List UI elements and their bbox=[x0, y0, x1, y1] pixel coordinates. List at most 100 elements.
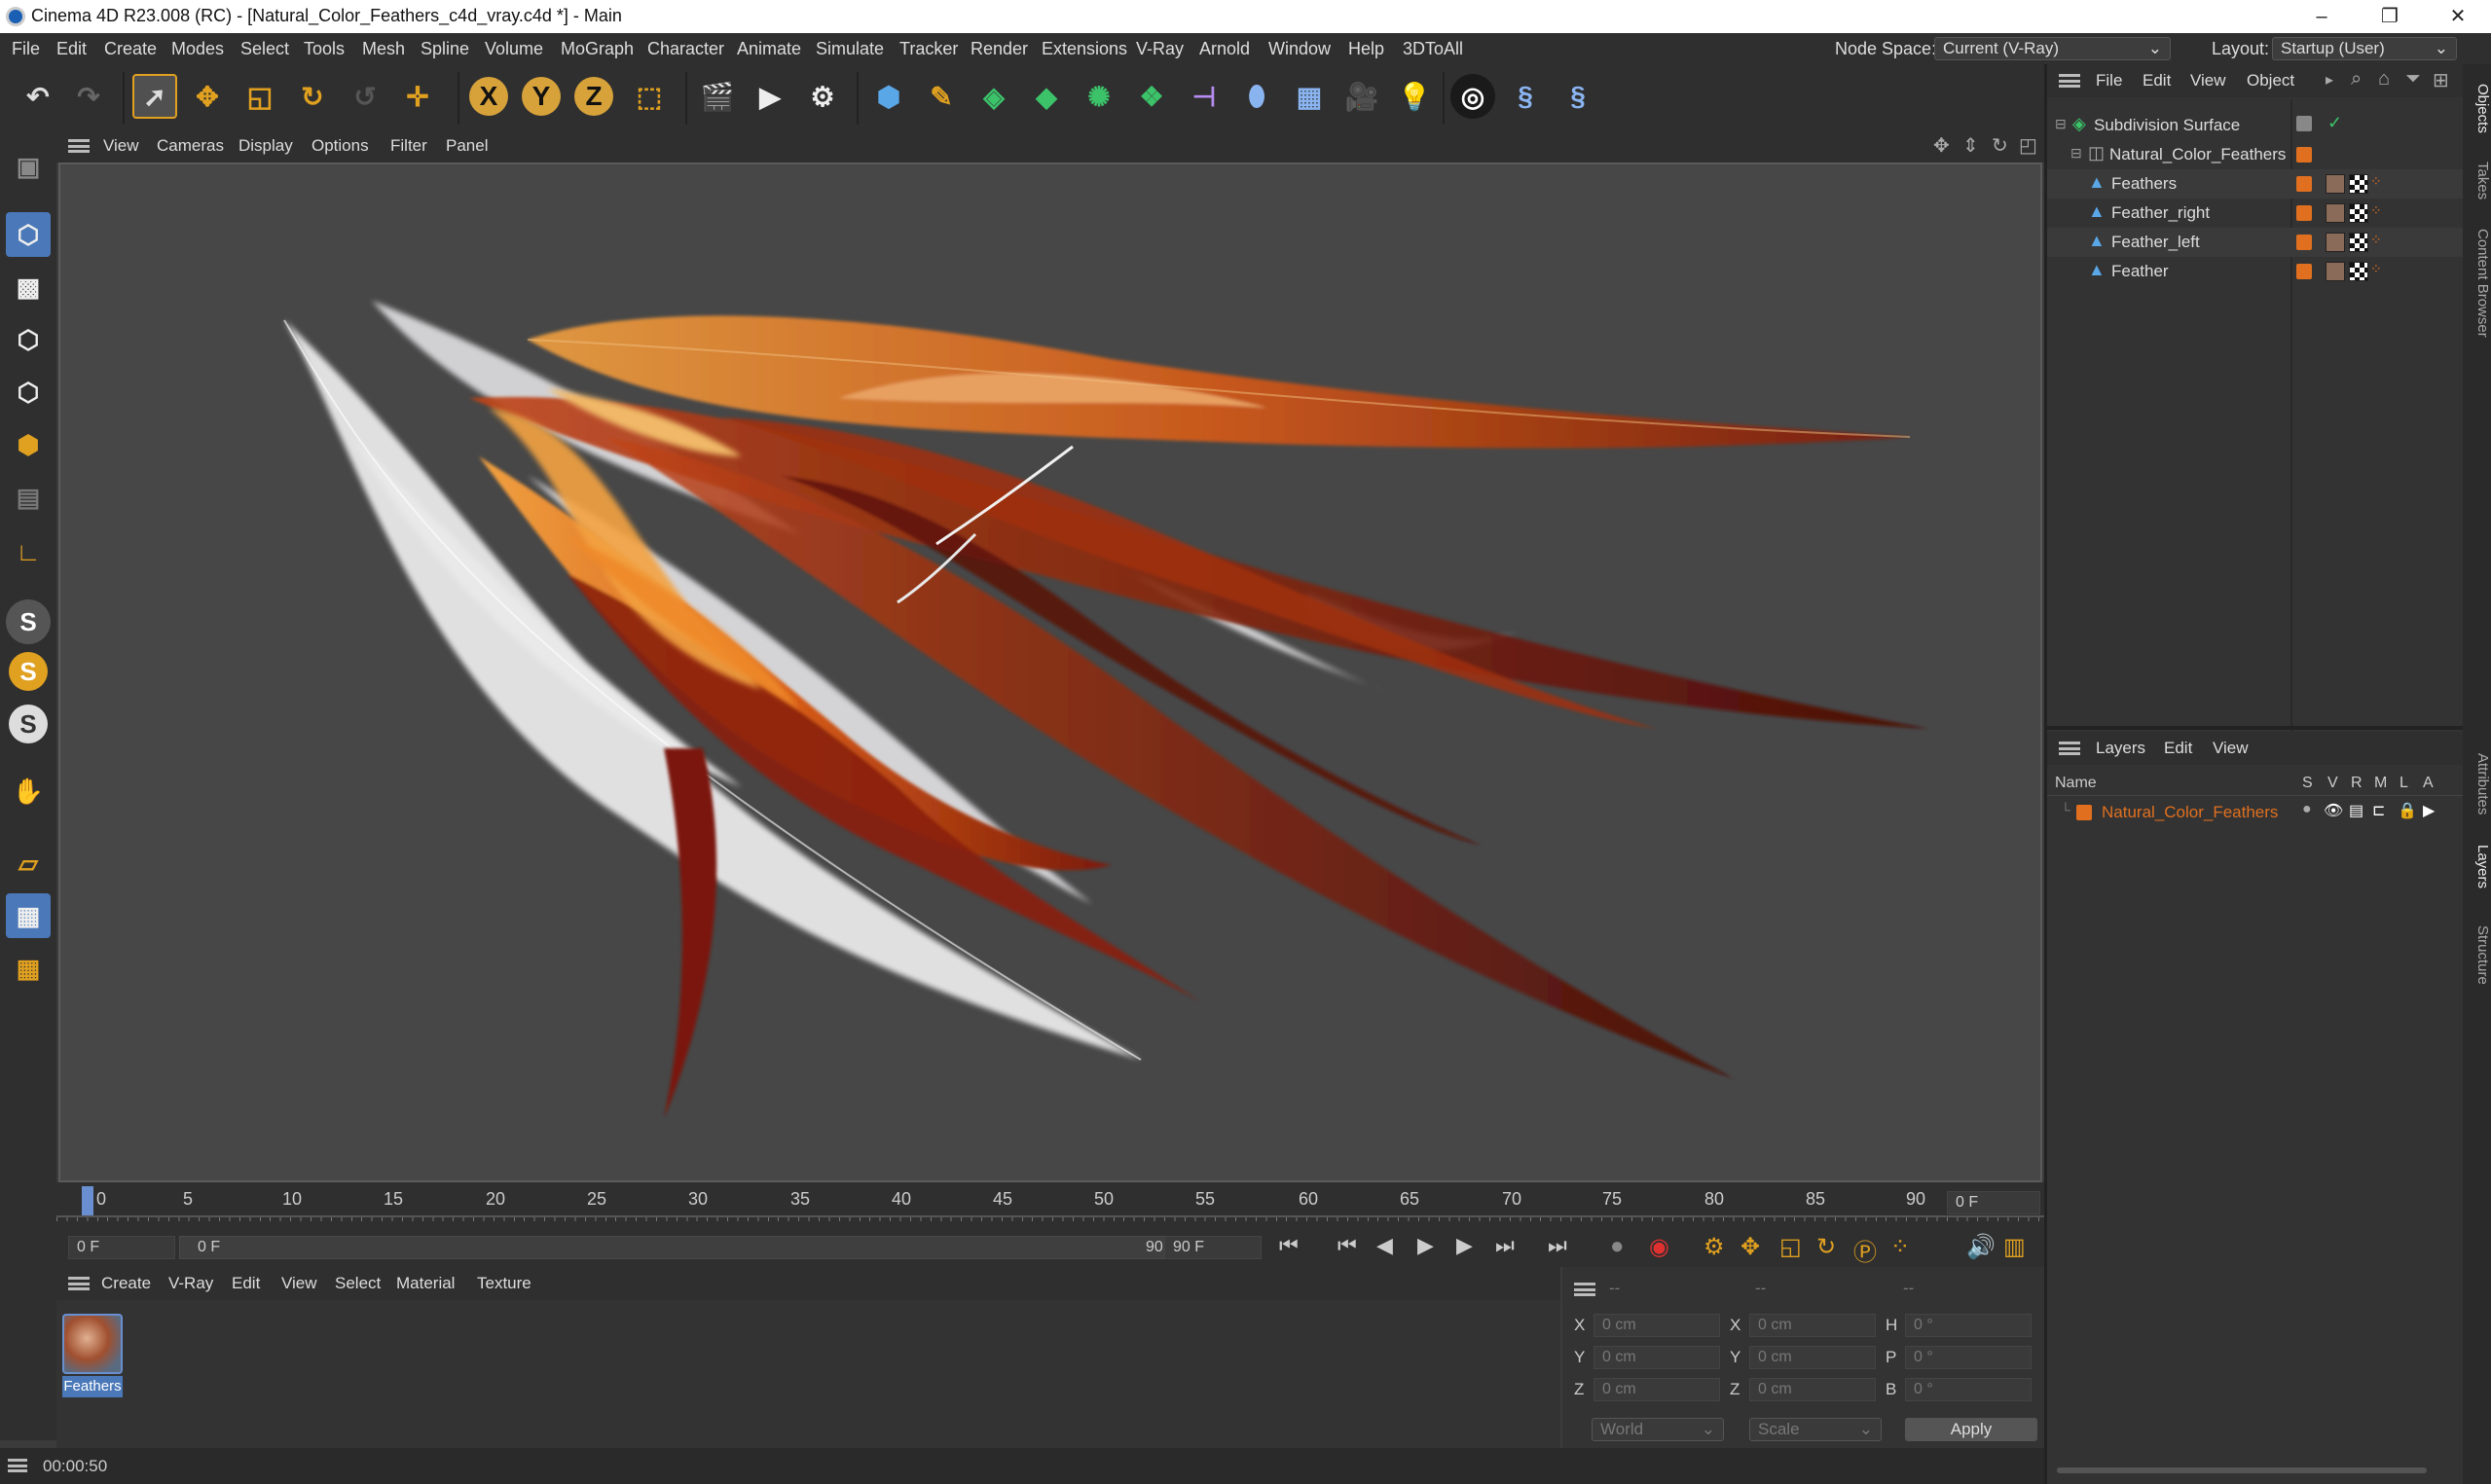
menu-character[interactable]: Character bbox=[647, 39, 724, 59]
rotate-icon[interactable]: ↻ bbox=[290, 74, 335, 119]
layer-color-chip[interactable] bbox=[2296, 176, 2312, 192]
previous-key-icon[interactable]: ⏮ bbox=[1337, 1233, 1357, 1258]
objects-menu-object[interactable]: Object bbox=[2247, 71, 2294, 90]
layers-col-render[interactable]: R bbox=[2351, 775, 2363, 792]
next-frame-icon[interactable]: ▶ bbox=[1456, 1233, 1473, 1258]
coordinate-space-dropdown[interactable]: World ⌄ bbox=[1592, 1418, 1724, 1441]
polygons-mode-icon[interactable]: ⬢ bbox=[6, 422, 51, 467]
layers-menu-layers[interactable]: Layers bbox=[2096, 739, 2145, 758]
python-icon[interactable]: § bbox=[1503, 74, 1548, 119]
viewport-menu-view[interactable]: View bbox=[103, 136, 139, 156]
render-icon[interactable]: ▤ bbox=[2349, 801, 2363, 820]
vray-material-tag-icon[interactable] bbox=[2326, 233, 2345, 252]
menu-vray[interactable]: V-Ray bbox=[1136, 39, 1184, 59]
end-frame-field[interactable]: 90 F bbox=[1164, 1236, 1262, 1259]
menu-tracker[interactable]: Tracker bbox=[899, 39, 958, 59]
vray-material-tag-icon[interactable] bbox=[2326, 203, 2345, 223]
render-picture-viewer-icon[interactable]: ▶ bbox=[748, 74, 792, 119]
size-x-field[interactable]: 0 cm bbox=[1749, 1314, 1876, 1337]
snap-icon[interactable]: S bbox=[6, 599, 51, 644]
menu-volume[interactable]: Volume bbox=[485, 39, 543, 59]
move-icon[interactable]: ✥ bbox=[185, 74, 230, 119]
objects-menu-view[interactable]: View bbox=[2190, 71, 2226, 90]
viewport-menu-icon[interactable] bbox=[68, 139, 90, 153]
viewport-menu-cameras[interactable]: Cameras bbox=[157, 136, 224, 156]
close-button[interactable]: ✕ bbox=[2424, 0, 2491, 33]
floor-icon[interactable]: ▦ bbox=[1287, 74, 1332, 119]
object-row-feathers[interactable]: ▲ Feathers ⁘ bbox=[2047, 169, 2466, 199]
key-parameter-icon[interactable]: Ⓟ bbox=[1853, 1233, 1877, 1267]
python-script-icon[interactable]: § bbox=[1556, 74, 1600, 119]
texture-tag-icon[interactable] bbox=[2349, 233, 2368, 252]
menu-create[interactable]: Create bbox=[104, 39, 157, 59]
timeline-window-icon[interactable]: ▥ bbox=[2003, 1233, 2026, 1261]
menu-animate[interactable]: Animate bbox=[737, 39, 801, 59]
texture-tag-icon[interactable] bbox=[2349, 174, 2368, 194]
new-window-icon[interactable]: ⊞ bbox=[2433, 68, 2449, 92]
undo-icon[interactable]: ↶ bbox=[16, 74, 60, 119]
recent-tool-icon[interactable]: ↺ bbox=[343, 74, 387, 119]
x-axis-lock-icon[interactable]: X bbox=[469, 77, 508, 116]
redo-icon[interactable]: ↷ bbox=[66, 74, 111, 119]
3d-viewport[interactable] bbox=[58, 163, 2042, 1182]
cube-icon[interactable]: ⬢ bbox=[866, 74, 911, 119]
play-icon[interactable]: ▶ bbox=[1417, 1233, 1434, 1258]
tab-layers[interactable]: Layers bbox=[2463, 833, 2491, 901]
viewport-menu-panel[interactable]: Panel bbox=[446, 136, 488, 156]
size-z-field[interactable]: 0 cm bbox=[1749, 1378, 1876, 1401]
apply-button[interactable]: Apply bbox=[1905, 1418, 2037, 1441]
timeline-ruler[interactable]: 0 5 10 15 20 25 30 35 40 45 50 55 60 65 … bbox=[56, 1182, 2044, 1228]
status-menu-icon[interactable] bbox=[8, 1459, 27, 1472]
menu-3dtoall[interactable]: 3DToAll bbox=[1403, 39, 1463, 59]
record-icon[interactable]: ● bbox=[1610, 1233, 1625, 1260]
material-menu-texture[interactable]: Texture bbox=[477, 1274, 531, 1293]
animation-icon[interactable]: ▶ bbox=[2423, 801, 2435, 820]
coordinates-menu-icon[interactable] bbox=[1574, 1283, 1595, 1296]
tab-content-browser[interactable]: Content Browser bbox=[2463, 210, 2491, 356]
material-menu-material[interactable]: Material bbox=[396, 1274, 455, 1293]
coordinate-system-icon[interactable]: ⬚ bbox=[627, 74, 672, 119]
tab-takes[interactable]: Takes bbox=[2463, 152, 2491, 210]
locked-workplane-icon[interactable]: ▦ bbox=[6, 893, 51, 938]
vray-icon[interactable]: ◎ bbox=[1450, 74, 1495, 119]
vray-material-tag-icon[interactable] bbox=[2326, 174, 2345, 194]
axis-mode-icon[interactable]: ∟ bbox=[6, 529, 51, 574]
key-position-icon[interactable]: ✥ bbox=[1740, 1233, 1760, 1261]
menu-window[interactable]: Window bbox=[1268, 39, 1331, 59]
chevron-right-icon[interactable]: ▸ bbox=[2326, 70, 2333, 90]
menu-render[interactable]: Render bbox=[971, 39, 1028, 59]
menu-select[interactable]: Select bbox=[240, 39, 289, 59]
search-icon[interactable]: ⌕ bbox=[2351, 68, 2362, 90]
tab-objects[interactable]: Objects bbox=[2463, 74, 2491, 142]
menu-mesh[interactable]: Mesh bbox=[362, 39, 405, 59]
collapse-icon[interactable]: ⊟ bbox=[2070, 145, 2082, 162]
object-row-feather-left[interactable]: ▲ Feather_left ⁘ bbox=[2047, 228, 2466, 257]
objects-menu-edit[interactable]: Edit bbox=[2143, 71, 2171, 90]
key-pla-icon[interactable]: ⁘ bbox=[1890, 1233, 1910, 1261]
material-menu-view[interactable]: View bbox=[281, 1274, 317, 1293]
size-mode-dropdown[interactable]: Scale ⌄ bbox=[1749, 1418, 1882, 1441]
size-y-field[interactable]: 0 cm bbox=[1749, 1346, 1876, 1369]
tab-attributes[interactable]: Attributes bbox=[2463, 736, 2491, 833]
collapse-icon[interactable]: ⊟ bbox=[2055, 116, 2067, 132]
material-menu-create[interactable]: Create bbox=[101, 1274, 151, 1293]
manager-icon[interactable]: ⊏ bbox=[2372, 801, 2385, 820]
layers-col-locked[interactable]: L bbox=[2399, 775, 2408, 792]
current-frame-field[interactable]: 0 F bbox=[1947, 1191, 2040, 1214]
tweak-icon[interactable]: ✋ bbox=[6, 769, 51, 814]
pen-icon[interactable]: ✎ bbox=[919, 74, 964, 119]
render-view-icon[interactable]: 🎬 bbox=[695, 74, 740, 119]
enabled-check-icon[interactable]: ✓ bbox=[2327, 113, 2342, 133]
frame-range-slider[interactable]: 0 F 90 F bbox=[179, 1236, 1201, 1259]
rot-b-field[interactable]: 0 ° bbox=[1905, 1378, 2032, 1401]
layers-col-animation[interactable]: A bbox=[2423, 775, 2434, 792]
eye-icon[interactable]: 👁 bbox=[2324, 801, 2343, 820]
vray-material-tag-icon[interactable] bbox=[2326, 262, 2345, 281]
pos-x-field[interactable]: 0 cm bbox=[1594, 1314, 1720, 1337]
points-mode-icon[interactable]: ⬡ bbox=[6, 317, 51, 362]
boole-icon[interactable]: ❖ bbox=[1129, 74, 1174, 119]
next-key-icon[interactable]: ⏭ bbox=[1495, 1233, 1515, 1258]
object-row-natural-color-feathers[interactable]: ⊟ ◫ Natural_Color_Feathers bbox=[2047, 140, 2466, 169]
viewport-rotate-icon[interactable]: ↻ bbox=[1992, 133, 2008, 158]
pos-y-field[interactable]: 0 cm bbox=[1594, 1346, 1720, 1369]
